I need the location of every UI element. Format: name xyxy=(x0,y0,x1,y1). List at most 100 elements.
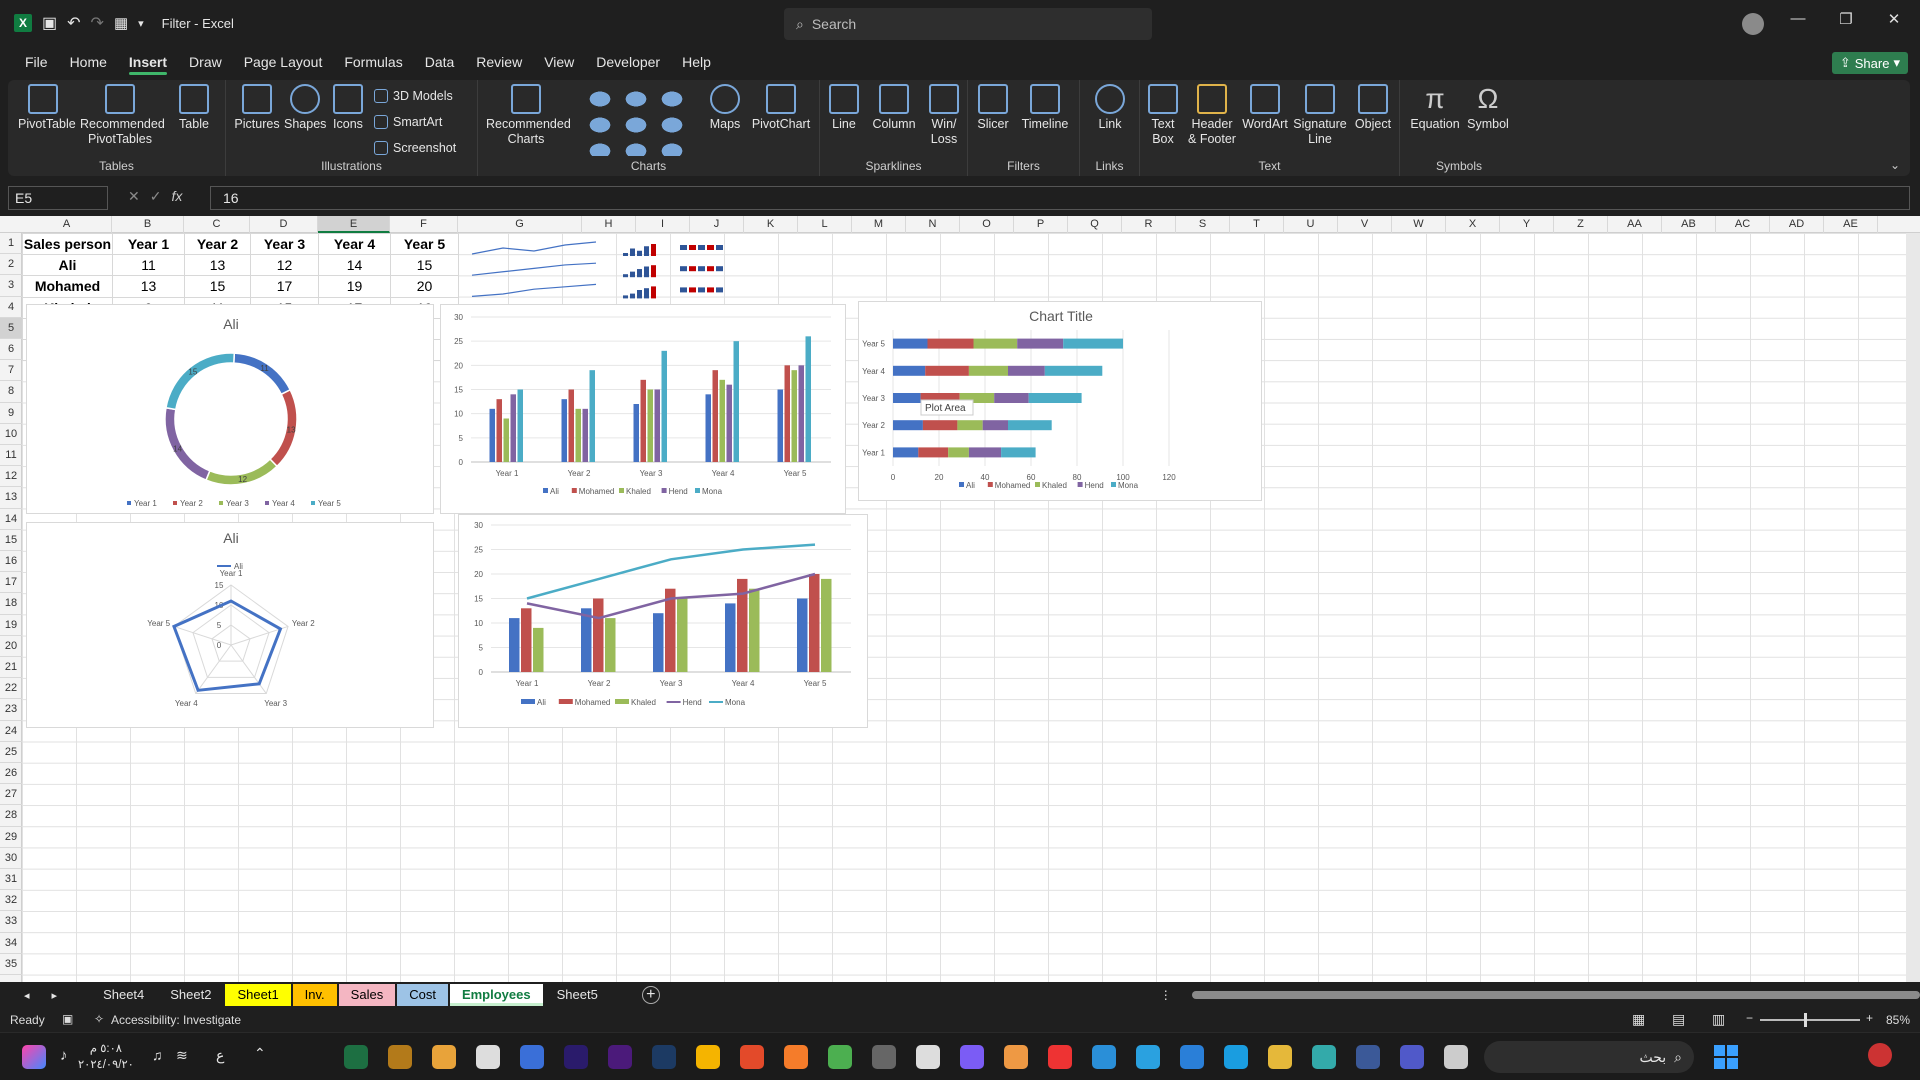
sparkline-column-button[interactable]: Column xyxy=(870,84,918,132)
column-header-A[interactable]: A xyxy=(22,216,112,233)
sheet-tab-sheet1[interactable]: Sheet1 xyxy=(225,984,291,1006)
table-header-cell[interactable]: Year 5 xyxy=(390,232,459,256)
normal-view-icon[interactable]: ▦ xyxy=(1632,1011,1645,1028)
column-header-AC[interactable]: AC xyxy=(1716,216,1770,233)
tab-page-layout[interactable]: Page Layout xyxy=(233,46,334,78)
taskbar-app-icon[interactable] xyxy=(1136,1045,1160,1069)
column-header-K[interactable]: K xyxy=(744,216,798,233)
sheet-tab-sheet4[interactable]: Sheet4 xyxy=(91,984,156,1006)
pivottable-button[interactable]: PivotTable xyxy=(18,84,76,132)
recommended-pivottables-button[interactable]: Recommended PivotTables xyxy=(80,84,165,147)
row-header-16[interactable]: 16 xyxy=(0,551,22,573)
row-header-34[interactable]: 34 xyxy=(0,933,22,954)
taskbar-app-icon[interactable] xyxy=(1444,1045,1468,1069)
taskbar-app-icon[interactable] xyxy=(1312,1045,1336,1069)
column-header-T[interactable]: T xyxy=(1230,216,1284,233)
taskbar-app-icon[interactable] xyxy=(652,1045,676,1069)
enter-icon[interactable]: ✓ xyxy=(150,188,162,205)
text-box-button[interactable]: Text Box xyxy=(1144,84,1182,147)
value-cell[interactable]: 13 xyxy=(184,254,251,277)
taskbar-app-icon[interactable] xyxy=(960,1045,984,1069)
taskbar-app-icon[interactable] xyxy=(1180,1045,1204,1069)
zoom-slider-thumb[interactable] xyxy=(1804,1013,1807,1027)
shapes-button[interactable]: Shapes xyxy=(284,84,326,132)
macro-record-icon[interactable]: ▣ xyxy=(62,1012,73,1026)
cancel-icon[interactable]: ✕ xyxy=(128,188,140,205)
row-header-10[interactable]: 10 xyxy=(0,424,22,445)
value-cell[interactable]: 20 xyxy=(390,275,459,298)
clustered-column-chart[interactable]: 0 5 10 15 20 25 30 Year 1 Year 2 Year 3 Year 4 Year… xyxy=(440,304,846,514)
row-header-1[interactable]: 1 xyxy=(0,233,22,255)
row-header-28[interactable]: 28 xyxy=(0,805,22,827)
accessibility-status[interactable]: Accessibility: Investigate xyxy=(111,1013,241,1027)
row-header-6[interactable]: 6 xyxy=(0,339,22,361)
notification-icon[interactable]: ♪ xyxy=(60,1047,68,1064)
copilot-icon[interactable] xyxy=(1868,1043,1892,1067)
column-header-U[interactable]: U xyxy=(1284,216,1338,233)
tray-chevron-icon[interactable]: ⌃ xyxy=(254,1045,266,1062)
value-cell[interactable]: 19 xyxy=(318,275,391,298)
value-cell[interactable]: 11 xyxy=(112,254,185,277)
taskbar-app-icon[interactable] xyxy=(388,1045,412,1069)
signature-line-button[interactable]: Signature Line xyxy=(1292,84,1348,147)
salesperson-cell[interactable]: Ali xyxy=(22,254,113,277)
row-header-2[interactable]: 2 xyxy=(0,254,22,276)
row-header-27[interactable]: 27 xyxy=(0,784,22,806)
tab-formulas[interactable]: Formulas xyxy=(333,46,413,78)
share-button[interactable]: ⇪ Share ▾ xyxy=(1831,52,1908,74)
sparkline-winloss-button[interactable]: Win/ Loss xyxy=(926,84,962,147)
taskbar-app-icon[interactable] xyxy=(696,1045,720,1069)
radar-chart[interactable]: Ali Ali Year 1 Year 2 Year 3 Year 4 Year 5 0 5 10… xyxy=(26,522,434,728)
row-header-30[interactable]: 30 xyxy=(0,848,22,869)
widgets-icon[interactable] xyxy=(22,1045,46,1069)
donut-chart[interactable]: Ali 11 13 12 14 15 Year 1 Year 2 Year 3 Year 4 Yea… xyxy=(26,304,434,514)
row-header-12[interactable]: 12 xyxy=(0,466,22,488)
slicer-button[interactable]: Slicer xyxy=(974,84,1012,132)
screenshot-button[interactable]: Screenshot xyxy=(374,138,456,158)
combo-chart[interactable]: 0 5 10 15 20 25 30 Year 1 Year 2 Year 3 Year 4 Year… xyxy=(458,514,868,728)
row-header-19[interactable]: 19 xyxy=(0,615,22,636)
zoom-slider[interactable] xyxy=(1760,1013,1860,1027)
column-header-D[interactable]: D xyxy=(250,216,318,233)
equation-button[interactable]: π Equation xyxy=(1408,84,1462,132)
taskbar-app-icon[interactable] xyxy=(1004,1045,1028,1069)
column-header-H[interactable]: H xyxy=(582,216,636,233)
row-header-4[interactable]: 4 xyxy=(0,297,22,318)
minimize-icon[interactable]: — xyxy=(1774,10,1822,28)
value-cell[interactable]: 14 xyxy=(318,254,391,277)
table-header-cell[interactable]: Sales person xyxy=(22,232,113,256)
taskbar-app-icon[interactable] xyxy=(564,1045,588,1069)
column-header-P[interactable]: P xyxy=(1014,216,1068,233)
table-header-cell[interactable]: Year 3 xyxy=(250,232,319,256)
tab-help[interactable]: Help xyxy=(671,46,722,78)
taskbar-app-icon[interactable] xyxy=(872,1045,896,1069)
row-header-5[interactable]: 5 xyxy=(0,317,22,339)
zoom-in-icon[interactable]: + xyxy=(1866,1011,1873,1025)
taskbar-app-icon[interactable] xyxy=(608,1045,632,1069)
row-header-9[interactable]: 9 xyxy=(0,403,22,424)
column-header-AA[interactable]: AA xyxy=(1608,216,1662,233)
undo-icon[interactable]: ↶ xyxy=(67,13,80,33)
sheet-tab-sheet5[interactable]: Sheet5 xyxy=(545,984,610,1006)
value-cell[interactable]: 12 xyxy=(250,254,319,277)
taskbar-app-icon[interactable] xyxy=(432,1045,456,1069)
worksheet[interactable]: A B C D E F G H I J K L M N O P Q R S T U V W X Y Z AA AB AC AD AE 123… xyxy=(0,216,1920,982)
3d-models-button[interactable]: 3D Models xyxy=(374,86,453,106)
table-button[interactable]: Table xyxy=(172,84,216,132)
sheet-tab-cost[interactable]: Cost xyxy=(397,984,448,1006)
wordart-button[interactable]: WordArt xyxy=(1240,84,1290,132)
table-header-cell[interactable]: Year 2 xyxy=(184,232,251,256)
value-cell[interactable]: 15 xyxy=(184,275,251,298)
taskbar-app-icon[interactable] xyxy=(916,1045,940,1069)
stacked-bar-chart[interactable]: Chart Title 0 20 40 60 80 100 120 Year 1 Year 2 Ye… xyxy=(858,301,1262,501)
row-header-15[interactable]: 15 xyxy=(0,530,22,551)
column-header-G[interactable]: G xyxy=(458,216,582,233)
column-header-O[interactable]: O xyxy=(960,216,1014,233)
table-header-cell[interactable]: Year 4 xyxy=(318,232,391,256)
value-cell[interactable]: 17 xyxy=(250,275,319,298)
zoom-out-icon[interactable]: − xyxy=(1746,1011,1753,1025)
column-header-X[interactable]: X xyxy=(1446,216,1500,233)
value-cell[interactable]: 13 xyxy=(112,275,185,298)
column-header-Q[interactable]: Q xyxy=(1068,216,1122,233)
tab-splitter-icon[interactable]: ⋮ xyxy=(1160,988,1172,1002)
